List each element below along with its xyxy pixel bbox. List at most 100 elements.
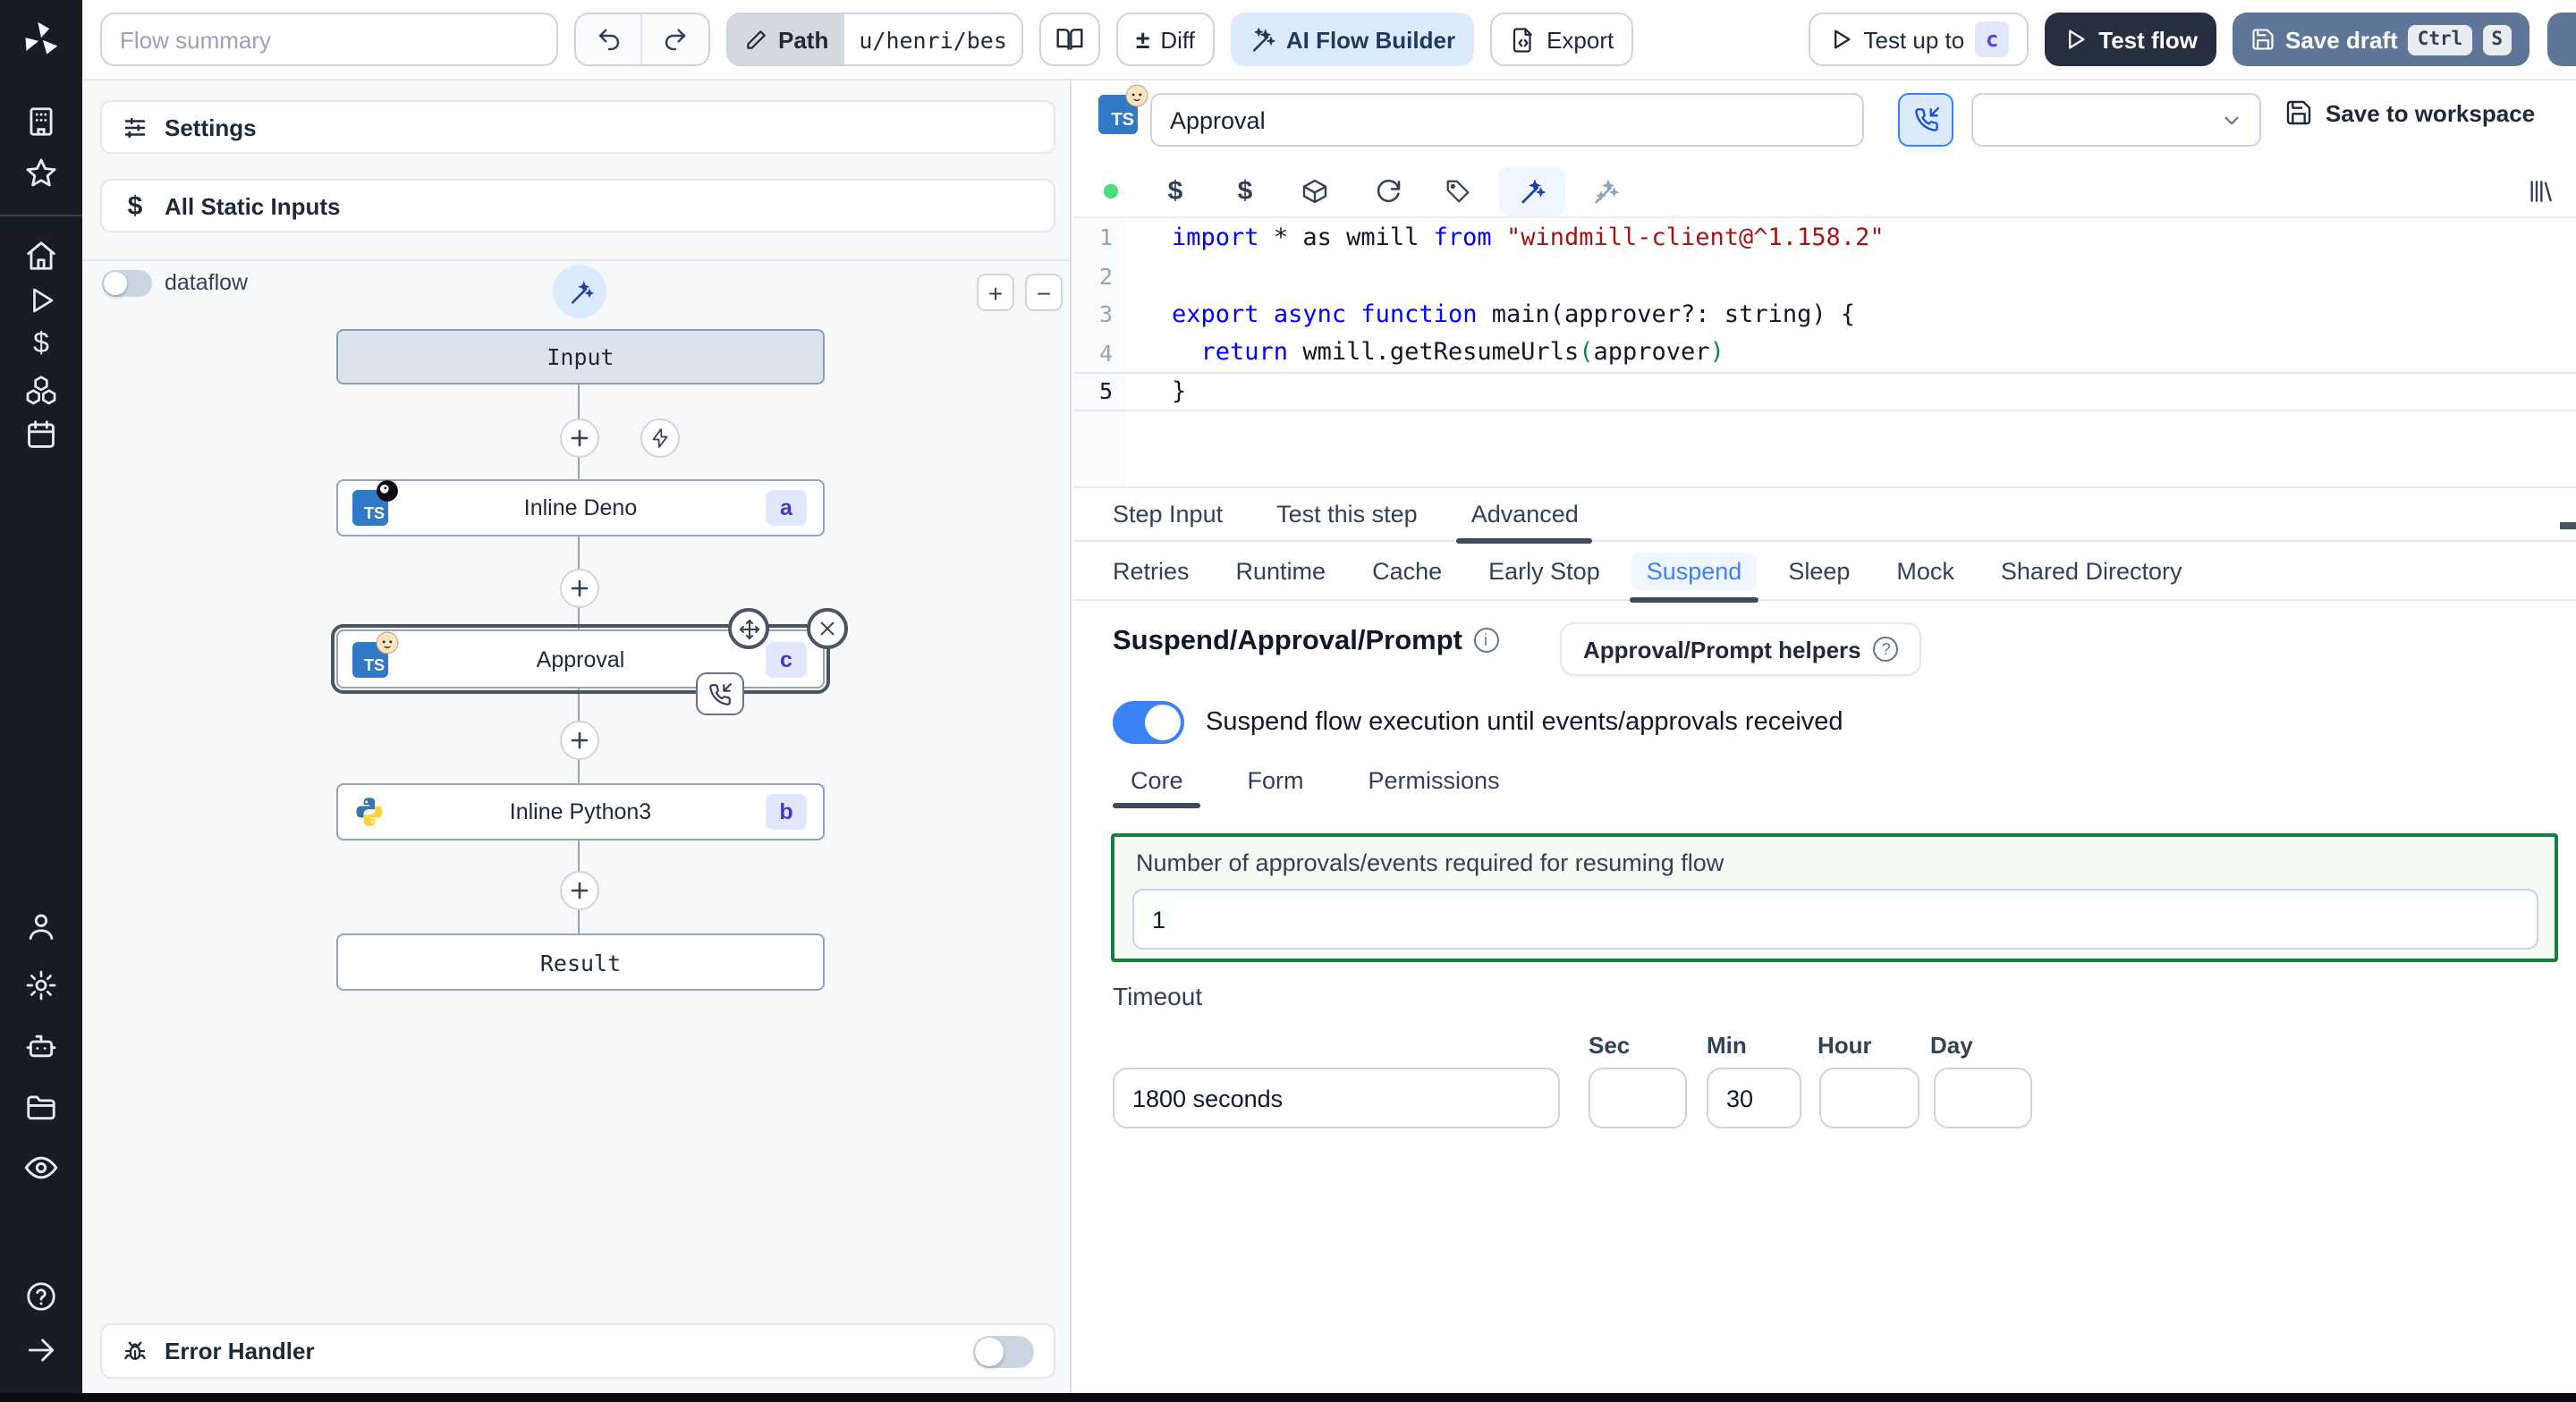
graph-toolbar-divider bbox=[82, 259, 1070, 261]
diff-button[interactable]: ± Diff bbox=[1115, 13, 1215, 66]
audit-eye-icon[interactable] bbox=[23, 1150, 59, 1186]
timeout-min-input[interactable] bbox=[1707, 1068, 1801, 1128]
error-handler-row[interactable]: Error Handler bbox=[100, 1323, 1055, 1379]
timeout-seconds-input[interactable] bbox=[1113, 1068, 1560, 1128]
subtab-mock[interactable]: Mock bbox=[1896, 541, 1954, 600]
users-icon[interactable] bbox=[24, 909, 58, 943]
phone-incoming-icon bbox=[1914, 107, 1938, 131]
test-flow-button[interactable]: Test flow bbox=[2045, 13, 2216, 66]
resources-cubes-icon[interactable] bbox=[24, 373, 58, 407]
subtab-retries[interactable]: Retries bbox=[1113, 541, 1190, 600]
step-name-input[interactable] bbox=[1150, 93, 1864, 147]
all-static-inputs-button[interactable]: $ All Static Inputs bbox=[100, 179, 1055, 232]
export-button[interactable]: Export bbox=[1489, 13, 1634, 66]
suspend-toggle-on[interactable] bbox=[1113, 701, 1184, 744]
zoom-in-button[interactable]: + bbox=[977, 274, 1014, 311]
schedules-calendar-icon[interactable] bbox=[24, 418, 58, 452]
workspace-icon[interactable] bbox=[24, 105, 58, 139]
path-value: u/henri/bes bbox=[844, 14, 1021, 64]
graph-node-step-a[interactable]: TS Inline Deno a bbox=[336, 479, 825, 536]
subtab-suspend[interactable]: Suspend bbox=[1630, 541, 1759, 602]
approvals-required-input[interactable] bbox=[1132, 889, 2538, 950]
insert-step-button[interactable] bbox=[560, 418, 599, 458]
subtab-cache[interactable]: Cache bbox=[1372, 541, 1442, 600]
top-toolbar: Path u/henri/bes ± Diff AI Flow Builder … bbox=[82, 0, 2576, 80]
package-icon[interactable] bbox=[1301, 176, 1329, 205]
variables-dollar-icon[interactable]: $ bbox=[33, 329, 49, 361]
variables-dollar-icon[interactable]: $ bbox=[1238, 175, 1253, 206]
tab-advanced[interactable]: Advanced bbox=[1456, 486, 1593, 544]
kind-select[interactable] bbox=[1971, 93, 2261, 147]
timeout-sec-input[interactable] bbox=[1589, 1068, 1687, 1128]
ai-assist-wand-icon[interactable] bbox=[1517, 176, 1546, 205]
subtab-runtime[interactable]: Runtime bbox=[1236, 541, 1326, 600]
save-to-workspace-button[interactable]: Save to workspace bbox=[2284, 98, 2535, 127]
move-node-button[interactable] bbox=[728, 608, 769, 649]
kbd-s: S bbox=[2482, 24, 2512, 55]
graph-node-step-b[interactable]: Inline Python3 b bbox=[336, 783, 825, 840]
code-line-1: 1 import * as wmill from "windmill-clien… bbox=[1098, 223, 1885, 252]
suspend-phone-badge[interactable] bbox=[696, 672, 744, 715]
ai-step-wand-button[interactable] bbox=[553, 265, 606, 318]
help-icon[interactable] bbox=[24, 1280, 58, 1313]
editor-toolbar: $ $ bbox=[1073, 165, 2576, 218]
subtab-early-stop[interactable]: Early Stop bbox=[1488, 541, 1600, 600]
min-label: Min bbox=[1707, 1032, 1747, 1059]
tab-permissions[interactable]: Permissions bbox=[1358, 767, 1511, 808]
dataflow-toggle[interactable] bbox=[102, 270, 152, 297]
timeout-label: Timeout bbox=[1113, 982, 1203, 1010]
ai-flow-builder-button[interactable]: AI Flow Builder bbox=[1230, 13, 1474, 66]
phone-incoming-icon bbox=[709, 682, 732, 705]
play-icon bbox=[2069, 30, 2085, 49]
undo-button[interactable] bbox=[576, 14, 642, 64]
insert-trigger-button[interactable] bbox=[640, 418, 680, 458]
subtab-shared-directory[interactable]: Shared Directory bbox=[2001, 541, 2182, 600]
windmill-flow-editor: $ Flow summary Path u/henri/bes ± Diff A… bbox=[0, 0, 2576, 1402]
code-editor[interactable]: 1 import * as wmill from "windmill-clien… bbox=[1073, 218, 2576, 529]
deno-icon bbox=[376, 479, 399, 503]
graph-node-input[interactable]: Input bbox=[336, 329, 825, 384]
windmill-logo-icon[interactable] bbox=[21, 20, 61, 59]
timeout-hour-input[interactable] bbox=[1819, 1068, 1919, 1128]
subtab-sleep[interactable]: Sleep bbox=[1788, 541, 1850, 600]
approval-prompt-helpers-button[interactable]: Approval/Prompt helpers ? bbox=[1560, 622, 1922, 676]
error-handler-toggle[interactable] bbox=[973, 1335, 1034, 1367]
tab-core[interactable]: Core bbox=[1112, 767, 1202, 808]
deploy-button-partial[interactable] bbox=[2547, 13, 2576, 66]
folders-icon[interactable] bbox=[24, 1090, 58, 1124]
redo-button[interactable] bbox=[642, 14, 708, 64]
delete-node-button[interactable] bbox=[807, 608, 848, 649]
insert-step-button[interactable] bbox=[560, 721, 599, 760]
favorites-star-icon[interactable] bbox=[24, 156, 58, 190]
info-icon[interactable]: i bbox=[1473, 628, 1498, 653]
reload-icon[interactable] bbox=[1374, 176, 1402, 205]
tab-test-this-step[interactable]: Test this step bbox=[1276, 486, 1418, 542]
workers-robot-icon[interactable] bbox=[23, 1028, 59, 1064]
assets-dollar-icon[interactable]: $ bbox=[1168, 175, 1183, 206]
docs-button[interactable] bbox=[1038, 13, 1100, 66]
book-open-icon bbox=[1056, 29, 1083, 50]
library-icon[interactable] bbox=[2526, 176, 2555, 205]
insert-step-button[interactable] bbox=[560, 569, 599, 608]
undo-redo-group bbox=[574, 13, 710, 66]
tab-form[interactable]: Form bbox=[1237, 767, 1315, 808]
insert-step-button[interactable] bbox=[560, 871, 599, 910]
app-sidebar: $ bbox=[0, 0, 82, 1402]
generate-tests-wand-icon[interactable] bbox=[1590, 176, 1619, 205]
tag-icon[interactable] bbox=[1445, 177, 1471, 204]
test-up-to-button[interactable]: Test up to c bbox=[1808, 13, 2029, 66]
save-draft-button[interactable]: Save draft Ctrl S bbox=[2232, 13, 2529, 66]
path-control[interactable]: Path u/henri/bes bbox=[726, 13, 1023, 66]
zoom-out-button[interactable]: − bbox=[1025, 274, 1063, 311]
tab-step-input[interactable]: Step Input bbox=[1113, 486, 1223, 542]
suspend-indicator-button[interactable] bbox=[1898, 93, 1953, 147]
expand-arrow-icon[interactable] bbox=[24, 1333, 58, 1367]
settings-gear-icon[interactable] bbox=[24, 968, 58, 1002]
flow-settings-button[interactable]: Settings bbox=[100, 100, 1055, 154]
runs-play-icon[interactable] bbox=[25, 284, 57, 317]
home-icon[interactable] bbox=[24, 239, 58, 273]
graph-node-result[interactable]: Result bbox=[336, 933, 825, 991]
timeout-day-input[interactable] bbox=[1934, 1068, 2032, 1128]
approvals-required-group: Number of approvals/events required for … bbox=[1111, 833, 2558, 962]
flow-summary-input[interactable] bbox=[100, 13, 558, 66]
